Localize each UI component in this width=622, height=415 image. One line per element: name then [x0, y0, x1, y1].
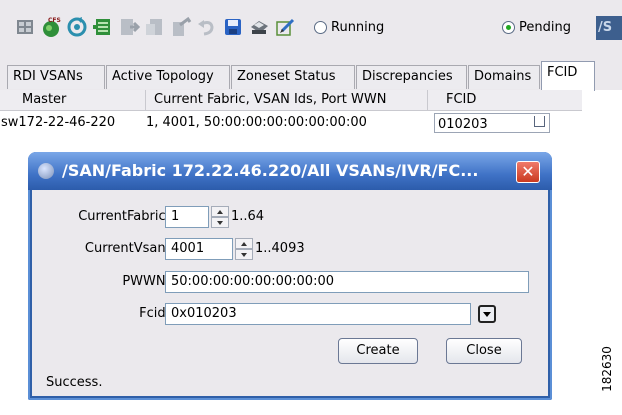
edit-icon[interactable]	[274, 16, 296, 38]
current-vsan-range: 1..4093	[255, 241, 305, 256]
current-fabric-range: 1..64	[231, 209, 265, 224]
tab-bar: RDI VSANs Active Topology Zoneset Status…	[0, 56, 622, 91]
table-header: Master Current Fabric, VSAN Ids, Port WW…	[0, 90, 582, 111]
figure-id: 182630	[596, 342, 618, 402]
current-fabric-input[interactable]: 1	[165, 206, 209, 228]
create-fcid-dialog: /SAN/Fabric 172.22.46.220/All VSANs/IVR/…	[28, 152, 552, 400]
save-icon[interactable]	[222, 16, 244, 38]
figure-id-text: 182630	[600, 346, 614, 392]
pwwn-input[interactable]: 50:00:00:00:00:00:00:00	[165, 271, 529, 293]
tab-discrepancies[interactable]: Discrepancies	[356, 65, 467, 89]
running-radio-circle	[314, 21, 327, 34]
app-icon	[38, 163, 54, 179]
dialog-body: CurrentFabric: 1 1..64 CurrentVsan: 4001…	[32, 190, 548, 396]
cell-details: 1, 4001, 50:00:00:00:00:00:00:00	[146, 115, 367, 130]
export-icon[interactable]	[118, 16, 140, 38]
cell-master: sw172-22-46-220	[1, 115, 116, 130]
current-vsan-spinner[interactable]	[235, 238, 253, 260]
tab-zoneset-status[interactable]: Zoneset Status	[231, 65, 355, 89]
running-label: Running	[331, 20, 385, 35]
apply-icon[interactable]	[144, 16, 166, 38]
current-fabric-label: CurrentFabric:	[78, 209, 170, 224]
column-header-fcid[interactable]: FCID	[446, 92, 476, 107]
tab-active-topology[interactable]: Active Topology	[106, 65, 230, 89]
svg-text:CFS: CFS	[48, 17, 61, 24]
print-icon[interactable]	[248, 16, 270, 38]
pending-label: Pending	[519, 20, 571, 35]
fcid-dropdown-button[interactable]	[478, 305, 496, 323]
spinner-up-icon[interactable]	[211, 206, 229, 217]
running-radio[interactable]: Running	[314, 20, 384, 35]
dialog-title: /SAN/Fabric 172.22.46.220/All VSANs/IVR/…	[62, 161, 479, 180]
undo-icon[interactable]	[196, 16, 218, 38]
pending-radio-circle	[502, 21, 515, 34]
spinner-down-icon[interactable]	[211, 217, 229, 228]
cfs-icon[interactable]: CFS	[40, 16, 62, 38]
pwwn-label: PWWN:	[122, 274, 170, 289]
toolbar: CFS Running Pending /S	[0, 0, 622, 56]
tab-rdi-vsans[interactable]: RDI VSANs	[7, 65, 105, 89]
table-row[interactable]: sw172-22-46-220 1, 4001, 50:00:00:00:00:…	[0, 111, 582, 135]
column-divider	[427, 90, 428, 110]
vsan-label-cut: /S	[596, 16, 622, 40]
grid-back-icon[interactable]	[14, 16, 36, 38]
spinner-up-icon[interactable]	[235, 238, 253, 249]
fcid-cell-editor[interactable]: 010203	[434, 113, 550, 133]
table-icon[interactable]	[92, 16, 114, 38]
cell-fcid: 010203	[438, 117, 488, 132]
close-button[interactable]: Close	[446, 338, 522, 364]
column-header-master[interactable]: Master	[22, 92, 66, 107]
spinner-down-icon[interactable]	[235, 249, 253, 260]
status-message: Success.	[46, 375, 103, 390]
copy-icon[interactable]	[170, 16, 192, 38]
column-header-details[interactable]: Current Fabric, VSAN Ids, Port WWN	[154, 92, 386, 107]
fcid-input[interactable]: 0x010203	[165, 303, 471, 325]
create-button[interactable]: Create	[338, 338, 418, 364]
dialog-close-button[interactable]: ✕	[516, 161, 540, 183]
current-fabric-spinner[interactable]	[211, 206, 229, 228]
fcid-cell-edit-button[interactable]	[534, 116, 545, 127]
tab-domains[interactable]: Domains	[468, 65, 540, 89]
refresh-icon[interactable]	[66, 16, 88, 38]
current-vsan-input[interactable]: 4001	[165, 238, 233, 260]
dialog-title-bar[interactable]: /SAN/Fabric 172.22.46.220/All VSANs/IVR/…	[28, 152, 552, 190]
current-vsan-label: CurrentVsan:	[84, 241, 170, 256]
column-divider	[145, 90, 146, 110]
tab-fcid[interactable]: FCID	[541, 61, 595, 91]
pending-radio[interactable]: Pending	[502, 20, 571, 35]
